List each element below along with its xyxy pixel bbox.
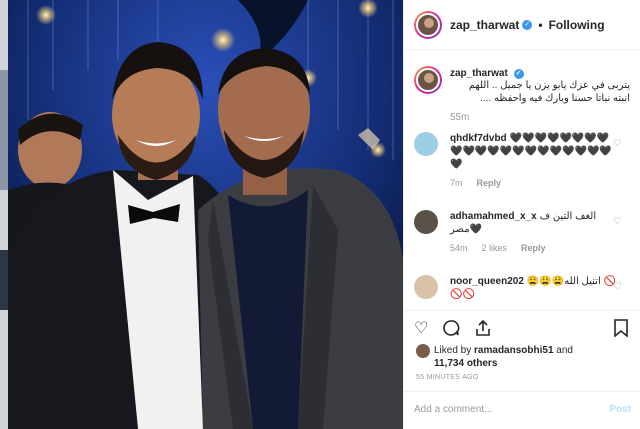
following-button[interactable]: Following — [549, 18, 605, 32]
likes-and: and — [556, 345, 573, 356]
share-icon[interactable] — [474, 319, 492, 343]
author-username[interactable]: zap_tharwat — [450, 18, 519, 32]
comment-time: 7m — [450, 178, 463, 188]
add-comment-input[interactable]: Add a comment... — [414, 404, 492, 419]
comment-time: 54m — [450, 243, 468, 253]
caption-time: 55m — [450, 112, 470, 123]
comment-like-heart-icon[interactable]: ♡ — [613, 138, 622, 149]
background-strip — [0, 0, 8, 429]
photo-illustration — [8, 0, 403, 429]
post-comment-button[interactable]: Post — [609, 404, 631, 419]
comment-avatar[interactable] — [414, 132, 438, 156]
post-caption: zap_tharwat ✓ يتربى في عزك يابو يزن يا ج… — [414, 66, 636, 123]
comment-like-heart-icon[interactable]: ♡ — [613, 281, 622, 292]
comment-icon[interactable] — [442, 319, 460, 343]
heart-icon[interactable]: ♡ — [414, 319, 428, 343]
caption-text: يتربى في عزك يابو يزن يا جميل .. اللهم ا… — [468, 80, 630, 104]
likes-others[interactable]: 11,734 others — [434, 358, 497, 369]
reply-button[interactable]: Reply — [477, 178, 502, 188]
comment-username[interactable]: qhdkf7dvbd — [450, 133, 507, 144]
post-photo[interactable] — [8, 0, 403, 429]
comment-likes[interactable]: 2 likes — [482, 243, 508, 253]
comment-item: noor_queen202 😩😩😩اتنيل الله 🚫🚫🚫 ♡ — [414, 275, 636, 301]
reply-button[interactable]: Reply — [521, 243, 546, 253]
bookmark-icon[interactable] — [613, 319, 629, 343]
liker-avatar[interactable] — [416, 344, 430, 358]
add-comment-bar: Add a comment... Post — [404, 391, 640, 429]
instagram-post-modal: zap_tharwat ✓ • Following zap_tharwat ✓ … — [0, 0, 640, 429]
caption-verified-icon: ✓ — [513, 69, 524, 79]
post-header: zap_tharwat ✓ • Following — [404, 0, 640, 50]
liker-username[interactable]: ramadansobhi51 — [474, 345, 553, 356]
follow-separator: • — [538, 17, 543, 32]
post-timestamp[interactable]: 55 MINUTES AGO — [416, 374, 479, 381]
comment-username[interactable]: adhamahmed_x_x — [450, 211, 537, 222]
comments-list[interactable]: zap_tharwat ✓ يتربى في عزك يابو يزن يا ج… — [404, 50, 640, 310]
comment-like-heart-icon[interactable]: ♡ — [613, 216, 622, 227]
post-actions: ♡ Liked by ramadansobhi51 and 11,734 oth… — [404, 310, 640, 429]
comment-avatar[interactable] — [414, 275, 438, 299]
comment-avatar[interactable] — [414, 210, 438, 234]
comment-item: qhdkf7dvbd 🖤🖤🖤🖤🖤🖤🖤🖤🖤🖤🖤🖤🖤🖤🖤🖤🖤🖤🖤🖤🖤🖤 7m Reply… — [414, 132, 636, 190]
caption-avatar[interactable] — [414, 66, 442, 94]
likes-prefix: Liked by — [434, 345, 472, 356]
likes-summary: Liked by ramadansobhi51 and 11,734 other… — [416, 344, 573, 370]
comment-item: adhamahmed_x_x الغف التين ف مصر🖤 54m 2 lik… — [414, 210, 636, 255]
verified-badge-icon: ✓ — [522, 19, 533, 30]
author-avatar[interactable] — [414, 10, 442, 39]
comment-username[interactable]: noor_queen202 — [450, 276, 524, 287]
post-sidebar: zap_tharwat ✓ • Following zap_tharwat ✓ … — [403, 0, 640, 429]
caption-username[interactable]: zap_tharwat — [450, 68, 508, 79]
